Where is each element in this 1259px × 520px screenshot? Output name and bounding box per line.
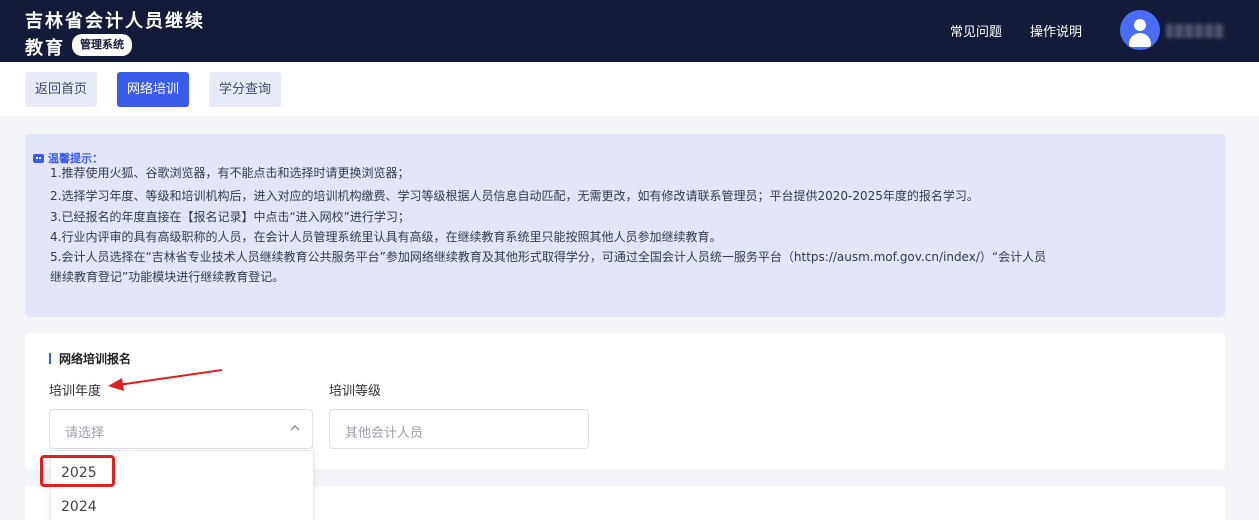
nav-link-faq[interactable]: 常见问题	[950, 21, 1002, 40]
level-label: 培训等级	[329, 384, 382, 399]
dropdown-option-2024[interactable]: 2024	[61, 499, 97, 515]
year-label: 培训年度	[49, 384, 102, 399]
nav-link-guide[interactable]: 操作说明	[1030, 21, 1082, 40]
notice-line: 2.选择学习年度、等级和培训机构后，进入对应的培训机构缴费、学习等级根据人员信息…	[50, 189, 979, 203]
user-icon	[1134, 19, 1146, 31]
notice-line: 5.会计人员选择在“吉林省专业技术人员继续教育公共服务平台”参加网络继续教育及其…	[50, 250, 1047, 264]
chat-icon	[33, 154, 44, 163]
registration-card: 网络培训报名 培训年度 培训等级 请选择 其他会计人员	[25, 333, 1225, 469]
notice-line: 3.已经报名的年度直接在【报名记录】中点击“进入网校”进行学习；	[50, 210, 410, 224]
top-header: 吉林省会计人员继续 教育 管理系统 常见问题 操作说明	[0, 0, 1259, 62]
tab-online-training[interactable]: 网络培训	[117, 72, 190, 107]
tab-credit-query[interactable]: 学分查询	[209, 72, 282, 107]
brand-title-line1: 吉林省会计人员继续	[25, 11, 205, 32]
brand-title-line2: 教育	[25, 38, 65, 59]
level-input[interactable]: 其他会计人员	[329, 409, 589, 449]
year-select[interactable]: 请选择	[49, 409, 313, 449]
tab-bar: 返回首页 网络培训 学分查询	[0, 62, 1259, 116]
username-redacted[interactable]	[1166, 24, 1224, 38]
notice-panel: 温馨提示： 1.推荐使用火狐、谷歌浏览器，有不能点击和选择时请更换浏览器； 2.…	[25, 134, 1225, 317]
notice-line: 1.推荐使用火狐、谷歌浏览器，有不能点击和选择时请更换浏览器；	[50, 166, 410, 180]
year-select-placeholder: 请选择	[65, 426, 105, 441]
level-input-placeholder: 其他会计人员	[345, 426, 424, 441]
notice-line: 继续教育登记”功能模块进行继续教育登记。	[50, 270, 285, 284]
notice-line: 4.行业内评审的具有高级职称的人员，在会计人员管理系统里认具有高级，在继续教育系…	[50, 230, 722, 244]
brand-badge: 管理系统	[72, 34, 132, 56]
section-title: 网络培训报名	[49, 350, 131, 367]
avatar[interactable]	[1120, 10, 1160, 50]
tab-home[interactable]: 返回首页	[25, 72, 98, 107]
chevron-up-icon	[290, 425, 300, 431]
annotation-highlight-box	[40, 455, 115, 487]
